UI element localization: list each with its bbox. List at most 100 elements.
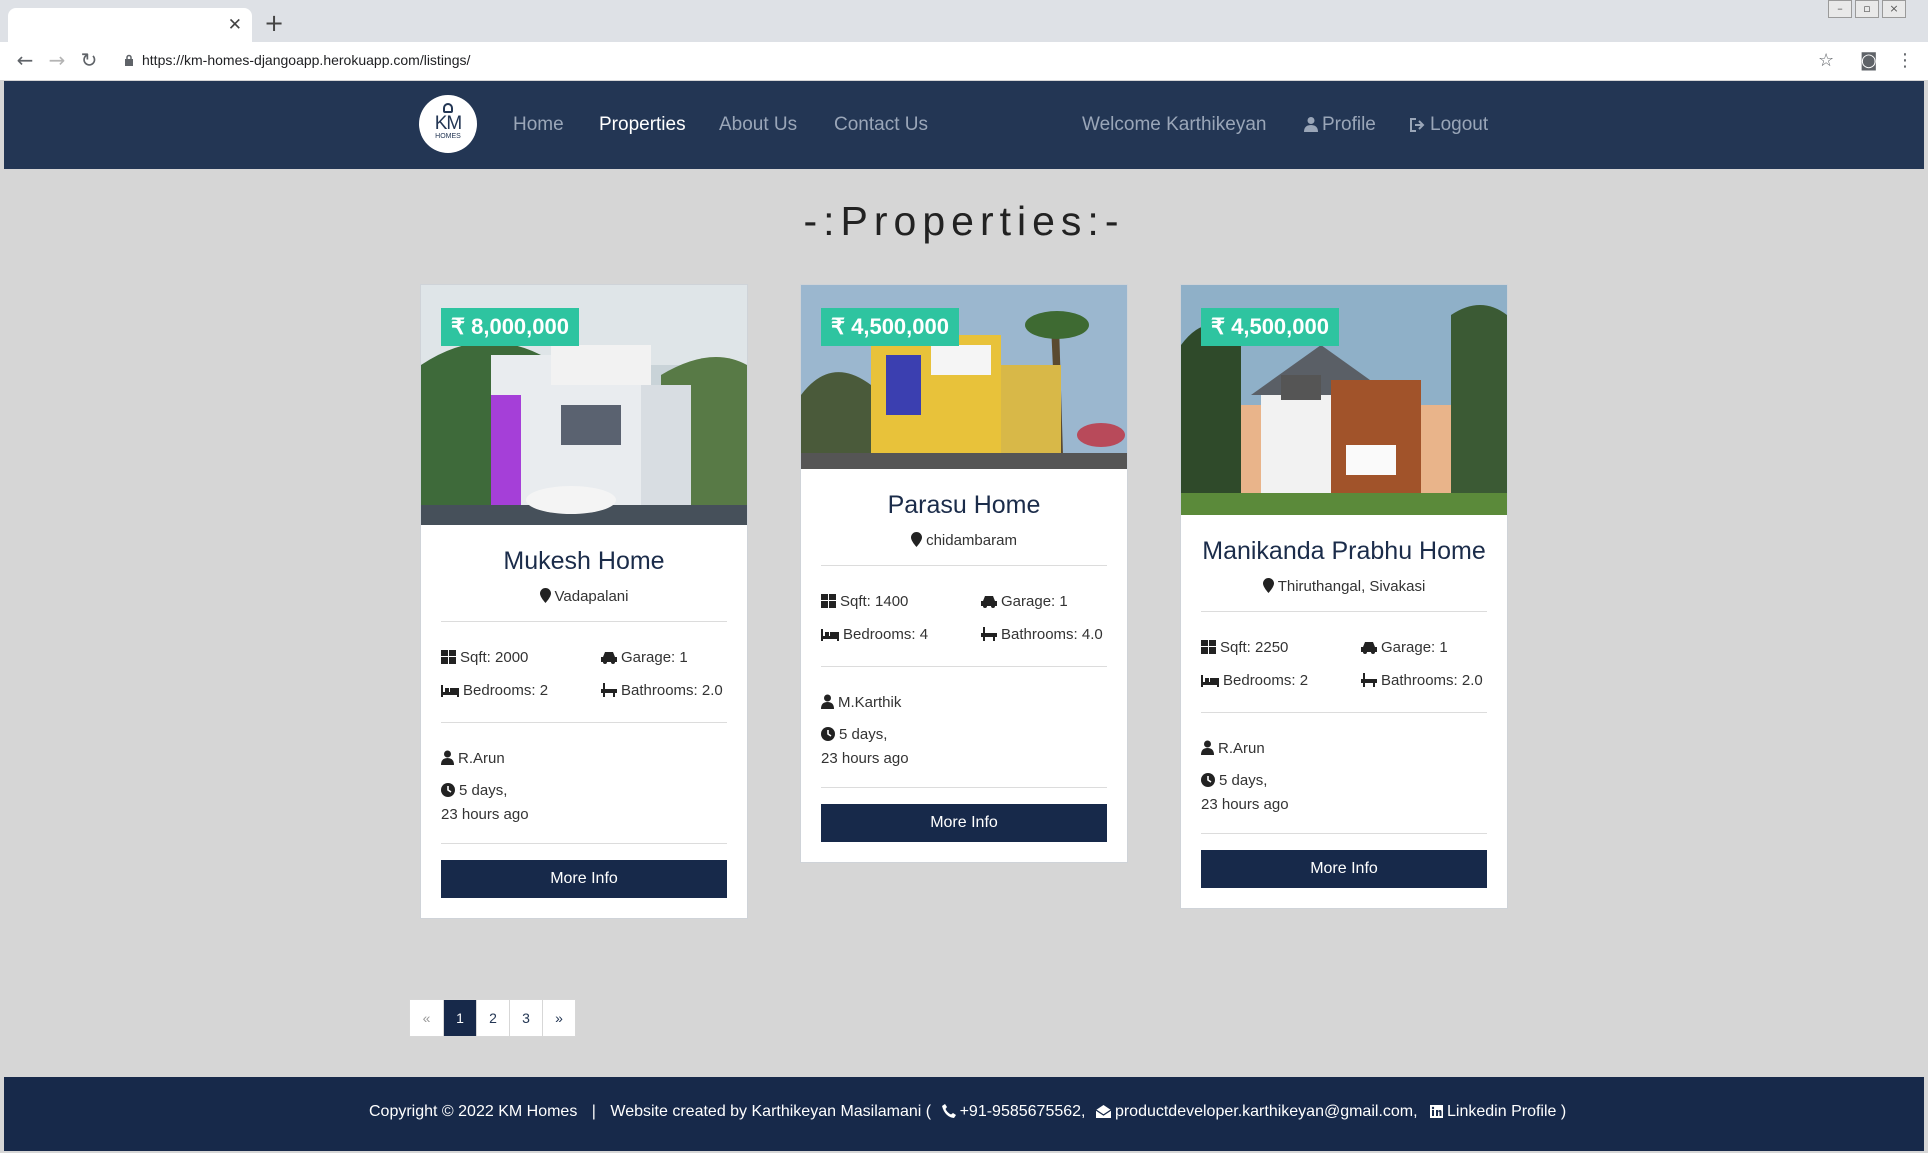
nav-contact[interactable]: Contact Us [834, 114, 928, 136]
reload-icon[interactable]: ↻ [76, 48, 102, 72]
listing-specs: Sqft: 1400 Garage: 1 Bedrooms: 4 Bathroo… [821, 566, 1107, 650]
time-text-2: 23 hours ago [1201, 796, 1289, 813]
logo-subtext: HOMES [435, 133, 461, 140]
pagination-page-2[interactable]: 2 [476, 1000, 509, 1036]
map-marker-icon [1262, 578, 1274, 593]
sign-out-icon [1410, 118, 1425, 132]
realtor-name: M.Karthik [838, 694, 902, 711]
nav-properties[interactable]: Properties [599, 114, 686, 136]
sqft-spec: Sqft: 1400 [821, 593, 908, 610]
bathrooms-text: Bathrooms: 2.0 [621, 682, 723, 699]
camera-icon[interactable]: ◙ [1860, 50, 1877, 71]
bedrooms-spec: Bedrooms: 2 [1201, 672, 1308, 689]
bathrooms-text: Bathrooms: 2.0 [1381, 672, 1483, 689]
bathrooms-spec: Bathrooms: 4.0 [981, 626, 1103, 643]
garage-text: Garage: 1 [621, 649, 688, 666]
price-badge: ₹ 8,000,000 [441, 308, 579, 346]
garage-spec: Garage: 1 [601, 649, 688, 666]
nav-home[interactable]: Home [513, 114, 564, 136]
clock-icon [1201, 773, 1215, 787]
pagination: « 1 2 3 » [409, 999, 576, 1037]
maximize-window-icon[interactable]: ▫ [1855, 0, 1879, 18]
user-icon [1304, 117, 1318, 132]
more-info-button[interactable]: More Info [441, 860, 727, 898]
browser-chrome: ✕ + – ▫ × ← → ↻ https://km-homes-djangoa… [0, 0, 1928, 80]
time-text-1: 5 days, [839, 726, 888, 743]
close-window-icon[interactable]: × [1882, 0, 1906, 18]
minimize-window-icon[interactable]: – [1828, 0, 1852, 18]
sqft-text: Sqft: 1400 [840, 593, 909, 610]
bedrooms-text: Bedrooms: 2 [1223, 672, 1309, 689]
grid-icon [821, 594, 836, 608]
footer-created-by: Website created by Karthikeyan Masilaman… [610, 1103, 932, 1120]
phone-icon [941, 1104, 956, 1118]
footer-text: Copyright © 2022 KM Homes | Website crea… [369, 1103, 1566, 1121]
sqft-text: Sqft: 2000 [460, 649, 529, 666]
location-text: Vadapalani [554, 588, 629, 605]
nav-logout-label: Logout [1430, 114, 1489, 135]
user-icon [821, 694, 834, 709]
logo-text: KM [434, 113, 463, 134]
bedrooms-text: Bedrooms: 4 [843, 626, 929, 643]
listing-image[interactable]: ₹ 8,000,000 [421, 285, 747, 525]
more-info-button[interactable]: More Info [1201, 850, 1487, 888]
address-bar[interactable]: https://km-homes-djangoapp.herokuapp.com… [142, 52, 470, 68]
more-info-button[interactable]: More Info [821, 804, 1107, 842]
pagination-prev[interactable]: « [410, 1000, 443, 1036]
listing-meta: R.Arun 5 days, 23 hours ago [1201, 713, 1487, 817]
listing-card: ₹ 4,500,000 Parasu Home chidambaram Sqft… [800, 284, 1128, 863]
realtor-name: R.Arun [458, 750, 505, 767]
house-icon [443, 103, 453, 113]
location-text: Thiruthangal, Sivakasi [1277, 578, 1426, 595]
listing-specs: Sqft: 2000 Garage: 1 Bedrooms: 2 Bathroo… [441, 622, 727, 706]
back-icon[interactable]: ← [12, 48, 38, 72]
nav-profile[interactable]: Profile [1304, 114, 1376, 136]
clock-icon [821, 727, 835, 741]
pagination-next[interactable]: » [542, 1000, 575, 1036]
sqft-spec: Sqft: 2000 [441, 649, 528, 666]
footer-phone[interactable]: +91-9585675562, [960, 1103, 1086, 1120]
listing-location: Thiruthangal, Sivakasi [1181, 578, 1507, 595]
nav-welcome: Welcome Karthikeyan [1082, 114, 1267, 135]
pagination-page-3[interactable]: 3 [509, 1000, 542, 1036]
footer-email[interactable]: productdeveloper.karthikeyan@gmail.com, [1115, 1103, 1418, 1120]
browser-tab[interactable]: ✕ [8, 8, 252, 42]
nav-logout[interactable]: Logout [1410, 114, 1488, 136]
site-footer: Copyright © 2022 KM Homes | Website crea… [4, 1077, 1924, 1151]
forward-icon[interactable]: → [44, 48, 70, 72]
time-text-2: 23 hours ago [821, 750, 909, 767]
location-text: chidambaram [926, 532, 1017, 549]
car-icon [601, 652, 617, 664]
realtor-name: R.Arun [1218, 740, 1265, 757]
map-marker-icon [911, 532, 923, 547]
time-line: 5 days, [821, 723, 1107, 747]
user-icon [441, 750, 454, 765]
new-tab-button[interactable]: + [264, 9, 284, 37]
user-icon [1201, 740, 1214, 755]
pagination-page-1[interactable]: 1 [443, 1000, 476, 1036]
bed-icon [441, 685, 459, 697]
divider [1201, 833, 1487, 834]
close-tab-icon[interactable]: ✕ [228, 15, 242, 35]
grid-icon [441, 650, 456, 664]
garage-spec: Garage: 1 [1361, 639, 1448, 656]
listing-image[interactable]: ₹ 4,500,000 [801, 285, 1127, 469]
sqft-spec: Sqft: 2250 [1201, 639, 1288, 656]
menu-icon[interactable]: ⋮ [1896, 50, 1914, 71]
sqft-text: Sqft: 2250 [1220, 639, 1289, 656]
footer-linkedin-link[interactable]: Linkedin Profile ) [1447, 1103, 1566, 1120]
listing-location: Vadapalani [421, 588, 747, 605]
listing-image[interactable]: ₹ 4,500,000 [1181, 285, 1507, 515]
nav-about[interactable]: About Us [719, 114, 797, 136]
site-logo[interactable]: KM HOMES [419, 95, 477, 153]
divider [441, 843, 727, 844]
bath-icon [981, 627, 997, 641]
listing-card: ₹ 8,000,000 Mukesh Home Vadapalani Sqft:… [420, 284, 748, 919]
bathrooms-text: Bathrooms: 4.0 [1001, 626, 1103, 643]
bookmark-star-icon[interactable]: ☆ [1818, 50, 1834, 71]
realtor-line: M.Karthik [821, 691, 1107, 715]
linkedin-icon [1430, 1105, 1444, 1118]
listing-title: Parasu Home [887, 491, 1041, 519]
listing-meta: R.Arun 5 days, 23 hours ago [441, 723, 727, 827]
browser-toolbar: ← → ↻ https://km-homes-djangoapp.herokua… [0, 42, 1928, 80]
